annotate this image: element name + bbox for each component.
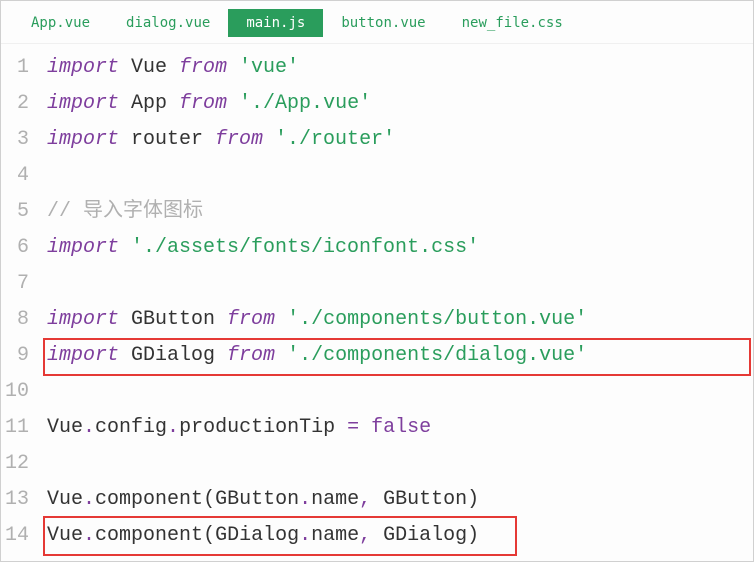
line-number: 2	[1, 86, 29, 122]
code-line: Vue.component(GButton.name, GButton)	[37, 482, 753, 518]
code-line: import GButton from './components/button…	[37, 302, 753, 338]
code-line	[37, 158, 753, 194]
code-line	[37, 446, 753, 482]
line-number: 5	[1, 194, 29, 230]
code-line: Vue.component(GDialog.name, GDialog)	[37, 518, 753, 554]
line-number: 12	[1, 446, 29, 482]
tab-dialog-vue[interactable]: dialog.vue	[108, 9, 228, 37]
code-editor[interactable]: 1 2 3 4 5 6 7 8 9 10 11 12 13 14 import …	[1, 44, 753, 554]
tab-new-file-css[interactable]: new_file.css	[444, 9, 581, 37]
tab-app-vue[interactable]: App.vue	[13, 9, 108, 37]
tab-main-js[interactable]: main.js	[228, 9, 323, 37]
code-line: import App from './App.vue'	[37, 86, 753, 122]
line-number: 7	[1, 266, 29, 302]
code-area[interactable]: import Vue from 'vue' import App from '.…	[37, 50, 753, 554]
code-line: import router from './router'	[37, 122, 753, 158]
tab-button-vue[interactable]: button.vue	[323, 9, 443, 37]
line-number: 6	[1, 230, 29, 266]
line-gutter: 1 2 3 4 5 6 7 8 9 10 11 12 13 14	[1, 50, 37, 554]
code-line: import GDialog from './components/dialog…	[37, 338, 753, 374]
code-line: import Vue from 'vue'	[37, 50, 753, 86]
line-number: 9	[1, 338, 29, 374]
code-line	[37, 374, 753, 410]
code-line	[37, 266, 753, 302]
code-line: import './assets/fonts/iconfont.css'	[37, 230, 753, 266]
line-number: 11	[1, 410, 29, 446]
line-number: 3	[1, 122, 29, 158]
code-line: Vue.config.productionTip = false	[37, 410, 753, 446]
line-number: 14	[1, 518, 29, 554]
line-number: 13	[1, 482, 29, 518]
line-number: 1	[1, 50, 29, 86]
code-line: // 导入字体图标	[37, 194, 753, 230]
tab-bar: App.vue dialog.vue main.js button.vue ne…	[1, 1, 753, 44]
line-number: 4	[1, 158, 29, 194]
line-number: 8	[1, 302, 29, 338]
line-number: 10	[1, 374, 29, 410]
